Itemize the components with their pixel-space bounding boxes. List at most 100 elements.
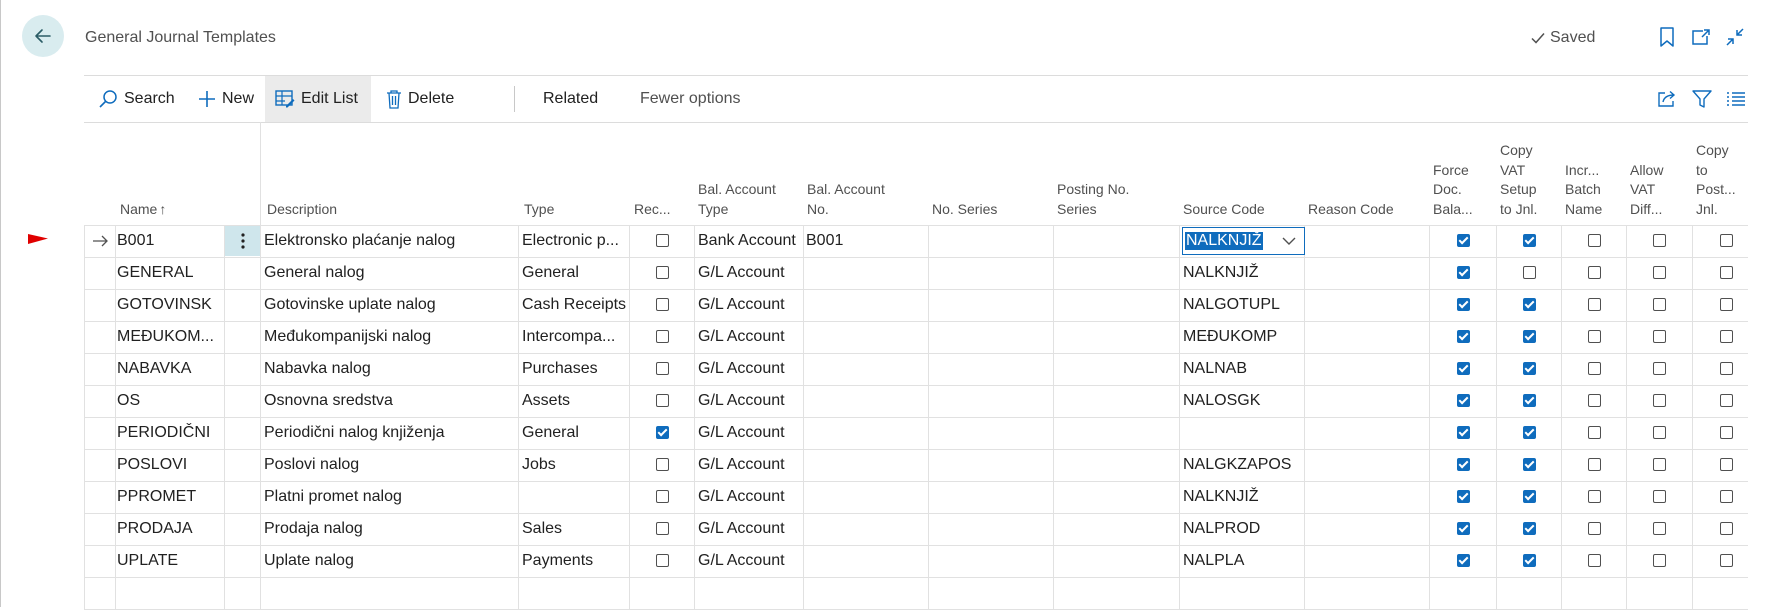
recurring-checkbox[interactable] (656, 522, 669, 535)
description-cell[interactable]: Elektronsko plaćanje nalog (264, 225, 516, 257)
incr-batch-name-checkbox[interactable] (1588, 554, 1601, 567)
force-doc-balance-checkbox[interactable] (1457, 234, 1470, 247)
allow-vat-diff-checkbox[interactable] (1653, 394, 1666, 407)
new-button[interactable]: New (198, 76, 254, 122)
source-code-cell[interactable] (1183, 417, 1301, 449)
source-code-cell[interactable]: NALPLA (1183, 545, 1301, 577)
header-allow-vat-diff[interactable]: Allow VAT Diff... (1630, 161, 1663, 220)
source-code-cell[interactable]: NALOSGK (1183, 385, 1301, 417)
copy-to-posted-jnl-checkbox[interactable] (1720, 298, 1733, 311)
posting-no-series-cell[interactable] (1057, 545, 1175, 577)
bal-account-type-cell[interactable]: G/L Account (698, 321, 802, 353)
force-doc-balance-checkbox[interactable] (1457, 298, 1470, 311)
type-cell[interactable] (522, 481, 627, 513)
no-series-cell[interactable] (932, 513, 1050, 545)
description-cell[interactable]: General nalog (264, 257, 516, 289)
bal-account-no-cell[interactable] (806, 257, 926, 289)
no-series-cell[interactable] (932, 545, 1050, 577)
incr-batch-name-checkbox[interactable] (1588, 426, 1601, 439)
posting-no-series-cell[interactable] (1057, 257, 1175, 289)
delete-button[interactable]: Delete (386, 76, 454, 122)
edit-list-button[interactable]: Edit List (265, 76, 371, 122)
recurring-checkbox[interactable] (656, 554, 669, 567)
no-series-cell[interactable] (932, 289, 1050, 321)
copy-vat-setup-checkbox[interactable] (1523, 426, 1536, 439)
source-code-cell[interactable]: MEĐUKOMP (1183, 321, 1301, 353)
back-button[interactable] (22, 15, 64, 57)
copy-to-posted-jnl-checkbox[interactable] (1720, 234, 1733, 247)
incr-batch-name-checkbox[interactable] (1588, 490, 1601, 503)
name-cell[interactable]: OS (117, 385, 221, 417)
name-cell[interactable]: NABAVKA (117, 353, 221, 385)
allow-vat-diff-checkbox[interactable] (1653, 266, 1666, 279)
copy-vat-setup-checkbox[interactable] (1523, 362, 1536, 375)
name-cell[interactable]: MEĐUKOM... (117, 321, 221, 353)
header-recurring[interactable]: Rec... (634, 200, 671, 220)
type-cell[interactable]: Sales (522, 513, 627, 545)
description-cell[interactable]: Prodaja nalog (264, 513, 516, 545)
description-cell[interactable]: Platni promet nalog (264, 481, 516, 513)
type-cell[interactable]: Assets (522, 385, 627, 417)
description-cell[interactable]: Uplate nalog (264, 545, 516, 577)
recurring-checkbox[interactable] (656, 490, 669, 503)
force-doc-balance-checkbox[interactable] (1457, 330, 1470, 343)
description-cell[interactable]: Poslovi nalog (264, 449, 516, 481)
force-doc-balance-checkbox[interactable] (1457, 394, 1470, 407)
related-menu[interactable]: Related (543, 76, 598, 122)
allow-vat-diff-checkbox[interactable] (1653, 554, 1666, 567)
bal-account-no-cell[interactable] (806, 417, 926, 449)
reason-code-cell[interactable] (1308, 289, 1426, 321)
bal-account-type-cell[interactable]: G/L Account (698, 257, 802, 289)
open-new-window-button[interactable] (1690, 26, 1712, 48)
reason-code-cell[interactable] (1308, 417, 1426, 449)
recurring-checkbox[interactable] (656, 266, 669, 279)
bal-account-type-cell[interactable]: G/L Account (698, 353, 802, 385)
header-bal-account-no[interactable]: Bal. Account No. (807, 180, 885, 219)
no-series-cell[interactable] (932, 353, 1050, 385)
recurring-checkbox[interactable] (656, 362, 669, 375)
incr-batch-name-checkbox[interactable] (1588, 330, 1601, 343)
description-cell[interactable]: Periodični nalog knjiženja (264, 417, 516, 449)
copy-vat-setup-checkbox[interactable] (1523, 522, 1536, 535)
copy-to-posted-jnl-checkbox[interactable] (1720, 394, 1733, 407)
name-cell[interactable]: B001 (117, 225, 221, 257)
allow-vat-diff-checkbox[interactable] (1653, 490, 1666, 503)
allow-vat-diff-checkbox[interactable] (1653, 330, 1666, 343)
posting-no-series-cell[interactable] (1057, 225, 1175, 257)
copy-to-posted-jnl-checkbox[interactable] (1720, 330, 1733, 343)
allow-vat-diff-checkbox[interactable] (1653, 522, 1666, 535)
share-button[interactable] (1656, 88, 1678, 110)
name-cell[interactable]: POSLOVI (117, 449, 221, 481)
posting-no-series-cell[interactable] (1057, 513, 1175, 545)
posting-no-series-cell[interactable] (1057, 449, 1175, 481)
copy-vat-setup-checkbox[interactable] (1523, 458, 1536, 471)
incr-batch-name-checkbox[interactable] (1588, 362, 1601, 375)
fewer-options-button[interactable]: Fewer options (640, 76, 741, 122)
type-cell[interactable]: Jobs (522, 449, 627, 481)
source-code-cell[interactable]: NALKNJIŽ (1183, 257, 1301, 289)
type-cell[interactable]: General (522, 257, 627, 289)
copy-vat-setup-checkbox[interactable] (1523, 554, 1536, 567)
recurring-checkbox[interactable] (656, 330, 669, 343)
recurring-checkbox[interactable] (656, 234, 669, 247)
reason-code-cell[interactable] (1308, 353, 1426, 385)
list-view-button[interactable] (1725, 88, 1747, 110)
source-code-dropdown[interactable]: NALKNJIŽ (1182, 227, 1305, 255)
type-cell[interactable]: Electronic p... (522, 225, 627, 257)
collapse-button[interactable] (1724, 26, 1746, 48)
copy-to-posted-jnl-checkbox[interactable] (1720, 362, 1733, 375)
posting-no-series-cell[interactable] (1057, 289, 1175, 321)
no-series-cell[interactable] (932, 385, 1050, 417)
bal-account-no-cell[interactable] (806, 289, 926, 321)
name-cell[interactable]: UPLATE (117, 545, 221, 577)
copy-to-posted-jnl-checkbox[interactable] (1720, 426, 1733, 439)
no-series-cell[interactable] (932, 417, 1050, 449)
bal-account-no-cell[interactable] (806, 353, 926, 385)
header-copy-to-posted-jnl[interactable]: Copy to Post... Jnl. (1696, 141, 1736, 219)
no-series-cell[interactable] (932, 321, 1050, 353)
incr-batch-name-checkbox[interactable] (1588, 458, 1601, 471)
copy-vat-setup-checkbox[interactable] (1523, 490, 1536, 503)
copy-vat-setup-checkbox[interactable] (1523, 298, 1536, 311)
filter-button[interactable] (1691, 88, 1713, 110)
source-code-cell[interactable]: NALKNJIŽ (1183, 481, 1301, 513)
